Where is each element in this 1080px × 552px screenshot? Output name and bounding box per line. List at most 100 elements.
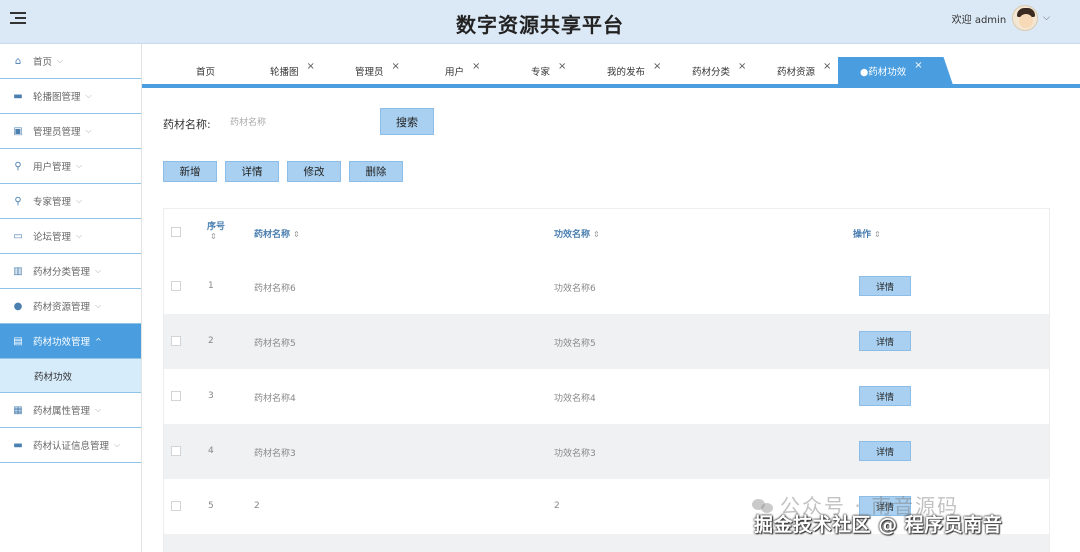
tab-carousel[interactable]: 轮播图 × [270,58,315,84]
sidebar-item-label: 药材资源管理 [33,302,91,313]
search-input[interactable] [222,110,372,134]
tab-label: 轮播图 [270,67,299,78]
chevron-down-icon: ⌵ [114,440,121,449]
edit-button[interactable]: 修改 [287,161,341,182]
delete-button[interactable]: 删除 [349,161,403,182]
table-row[interactable]: 1 药材名称6 功效名称6 详情 [164,259,1049,314]
home-icon: ⌂ [14,55,22,67]
row-checkbox[interactable] [171,446,181,456]
row-detail-button[interactable]: 详情 [859,276,911,296]
tab-label: 我的发布 [607,67,646,78]
close-icon[interactable]: × [738,61,746,72]
row-checkbox[interactable] [171,501,181,511]
sidebar-item-home[interactable]: ⌂ 首页 ⌵ [0,44,141,79]
tab-bar: 首页 轮播图 × 管理员 × 用户 × 专家 × 我的发布 × 药材分类 × 药材资源 × ●… [142,44,1080,88]
tab-home[interactable]: 首页 [196,58,215,84]
cell-herb-name: 药材名称3 [254,449,296,459]
chevron-down-icon: ⌵ [76,231,83,240]
sidebar-item-herb-property[interactable]: ▦ 药材属性管理 ⌵ [0,393,141,428]
add-button[interactable]: 新增 [163,161,217,182]
header-index[interactable]: 序号 ⇕ [207,219,225,242]
close-icon[interactable]: × [472,61,480,72]
main-content: 药材名称: 搜索 新增 详情 修改 删除 序号⇕ 药材名称⇕ 功效名称⇕ 操作⇕… [142,88,1080,552]
avatar[interactable] [1012,5,1039,31]
select-all-checkbox[interactable] [171,227,181,237]
chevron-down-icon: ⌵ [95,301,102,310]
cell-effect-name: 功效名称3 [554,449,596,459]
sidebar-item-users[interactable]: ⚲ 用户管理 ⌵ [0,149,141,184]
cell-effect-name: 功效名称4 [554,394,596,404]
cell-herb-name: 药材名称6 [254,284,296,294]
sidebar-item-label: 药材功效管理 [33,337,91,348]
sidebar-item-label: 首页 [33,57,53,68]
sort-icon[interactable]: ⇕ [210,232,217,241]
monitor-icon: ▬ [13,439,23,451]
cell-effect-name: 功效名称6 [554,284,596,294]
table-row[interactable]: 4 药材名称3 功效名称3 详情 [164,424,1049,479]
cell-index: 3 [208,391,214,401]
sort-icon[interactable]: ⇕ [293,230,300,239]
chevron-down-icon: ⌵ [85,126,92,135]
close-icon[interactable]: × [392,61,400,72]
book-icon: ▥ [13,265,23,277]
header-label: 操作 [853,230,872,240]
row-checkbox[interactable] [171,391,181,401]
header-effect-name[interactable]: 功效名称 ⇕ [554,227,600,240]
folder-icon: ▤ [13,335,23,347]
cell-effect-name: 2 [554,501,560,511]
close-icon[interactable]: × [653,61,661,72]
sidebar-item-label: 用户管理 [33,162,72,173]
sidebar-item-carousel[interactable]: ▬ 轮播图管理 ⌵ [0,79,141,114]
close-icon[interactable]: × [823,61,831,72]
tab-label: 药材分类 [692,67,731,78]
close-icon[interactable]: × [914,60,922,71]
app-title: 数字资源共享平台 [456,13,624,37]
sidebar-item-herb-category[interactable]: ▥ 药材分类管理 ⌵ [0,254,141,289]
chevron-down-icon: ⌵ [76,196,83,205]
sidebar-item-herb-effect[interactable]: ▤ 药材功效管理 ^ [0,324,141,359]
cell-index: 2 [208,336,214,346]
tab-herb-category[interactable]: 药材分类 × [692,58,746,84]
row-checkbox[interactable] [171,336,181,346]
header-label: 药材名称 [254,230,291,240]
header-operations[interactable]: 操作 ⇕ [853,227,881,240]
tab-herb-effect[interactable]: ●药材功效 × [838,57,953,84]
search-button[interactable]: 搜索 [380,108,434,135]
table-row[interactable]: 3 药材名称4 功效名称4 详情 [164,369,1049,424]
search-label: 药材名称: [163,118,211,131]
close-icon[interactable]: × [558,61,566,72]
tab-admins[interactable]: 管理员 × [355,58,400,84]
row-detail-button[interactable]: 详情 [859,441,911,461]
sidebar-item-label: 轮播图管理 [33,92,81,103]
row-checkbox[interactable] [171,281,181,291]
cell-index: 1 [208,281,214,291]
tab-label: 专家 [531,67,551,78]
sidebar-item-label: 药材分类管理 [33,267,91,278]
cell-effect-name: 功效名称5 [554,339,596,349]
user-menu[interactable]: 欢迎 admin ⌵ [952,5,1050,31]
row-detail-button[interactable]: 详情 [859,386,911,406]
sidebar-item-herb-resource[interactable]: ● 药材资源管理 ⌵ [0,289,141,324]
sort-icon[interactable]: ⇕ [874,230,881,239]
sidebar-item-experts[interactable]: ⚲ 专家管理 ⌵ [0,184,141,219]
tab-experts[interactable]: 专家 × [531,58,566,84]
card-icon: ▭ [13,230,23,242]
close-icon[interactable]: × [307,61,315,72]
sidebar-item-herb-certification[interactable]: ▬ 药材认证信息管理 ⌵ [0,428,141,463]
header-herb-name[interactable]: 药材名称 ⇕ [254,227,300,240]
row-detail-button[interactable]: 详情 [859,331,911,351]
detail-button[interactable]: 详情 [225,161,279,182]
sidebar-item-admins[interactable]: ▣ 管理员管理 ⌵ [0,114,141,149]
sidebar-subitem-herb-effect[interactable]: 药材功效 [0,359,141,393]
sidebar-item-forum[interactable]: ▭ 论坛管理 ⌵ [0,219,141,254]
chevron-down-icon[interactable]: ⌵ [1043,13,1050,23]
cell-herb-name: 药材名称4 [254,394,296,404]
tab-herb-resource[interactable]: 药材资源 × [777,58,831,84]
tab-users[interactable]: 用户 × [445,58,480,84]
tab-label: ●药材功效 [860,66,907,78]
chevron-down-icon: ⌵ [95,405,102,414]
table-row[interactable]: 2 药材名称5 功效名称5 详情 [164,314,1049,369]
tab-my-posts[interactable]: 我的发布 × [607,58,661,84]
tab-label: 用户 [445,67,465,78]
sort-icon[interactable]: ⇕ [593,230,600,239]
